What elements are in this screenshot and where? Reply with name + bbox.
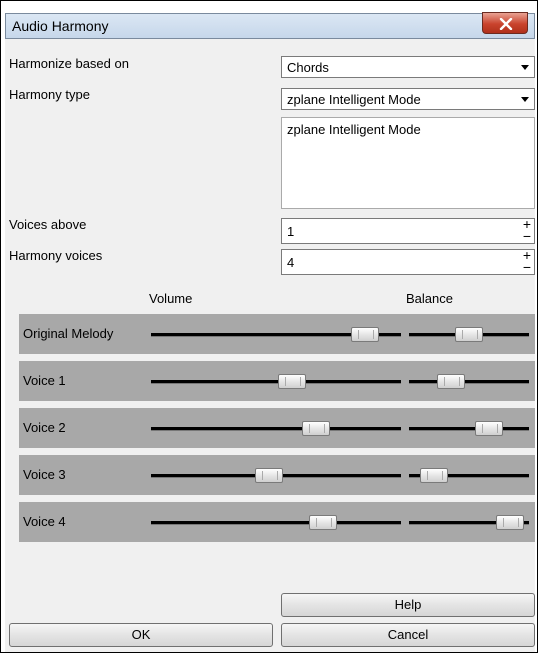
balance-slider-thumb[interactable] xyxy=(420,468,449,483)
voices-above-label: Voices above xyxy=(9,217,87,232)
mixer-row: Voice 2 xyxy=(19,408,535,448)
decrement-icon[interactable]: − xyxy=(523,260,531,274)
harmony-type-label: Harmony type xyxy=(9,87,90,102)
dialog-client: Harmonize based on Chords Harmony type z… xyxy=(5,39,535,652)
help-button[interactable]: Help xyxy=(281,593,535,617)
volume-track[interactable] xyxy=(151,380,401,384)
mixer-row: Voice 3 xyxy=(19,455,535,495)
title-bar: Audio Harmony xyxy=(5,12,535,39)
description-box[interactable]: zplane Intelligent Mode xyxy=(281,117,535,209)
voices-above-value: 1 xyxy=(287,224,295,239)
harmony-voices-label: Harmony voices xyxy=(9,248,103,263)
chevron-down-icon xyxy=(521,97,529,102)
volume-track[interactable] xyxy=(151,521,401,525)
balance-slider-thumb[interactable] xyxy=(475,421,504,436)
volume-slider-thumb[interactable] xyxy=(255,468,284,483)
description-text: zplane Intelligent Mode xyxy=(287,122,421,137)
balance-slider-thumb[interactable] xyxy=(436,374,465,389)
mixer-row-label: Voice 4 xyxy=(23,514,66,529)
mixer-row-label: Original Melody xyxy=(23,326,114,341)
mixer-row: Voice 1 xyxy=(19,361,535,401)
voices-above-stepper[interactable]: 1 + − xyxy=(281,217,535,244)
harmonize-label: Harmonize based on xyxy=(9,56,129,71)
window-title: Audio Harmony xyxy=(12,18,109,34)
harmony-type-value: zplane Intelligent Mode xyxy=(287,92,421,107)
balance-header: Balance xyxy=(406,291,453,306)
cancel-button[interactable]: Cancel xyxy=(281,623,535,647)
balance-track[interactable] xyxy=(409,380,529,384)
balance-slider-thumb[interactable] xyxy=(455,327,483,342)
dialog-frame: Audio Harmony Harmonize based on Chords … xyxy=(0,0,538,653)
mixer-row: Voice 4 xyxy=(19,502,535,542)
balance-track[interactable] xyxy=(409,427,529,431)
top-strip xyxy=(1,1,538,11)
mixer-row-label: Voice 2 xyxy=(23,420,66,435)
close-icon xyxy=(499,18,513,30)
volume-header: Volume xyxy=(149,291,193,306)
mixer-row: Original Melody xyxy=(19,314,535,354)
harmony-type-dropdown[interactable]: zplane Intelligent Mode xyxy=(281,88,535,110)
volume-slider-thumb[interactable] xyxy=(350,327,379,342)
close-button[interactable] xyxy=(482,12,528,34)
decrement-icon[interactable]: − xyxy=(523,229,531,243)
harmonize-value: Chords xyxy=(287,60,329,75)
harmony-voices-stepper[interactable]: 4 + − xyxy=(281,248,535,275)
volume-slider-thumb[interactable] xyxy=(277,374,306,389)
harmonize-dropdown[interactable]: Chords xyxy=(281,56,535,78)
mixer-row-label: Voice 1 xyxy=(23,373,66,388)
harmony-voices-value: 4 xyxy=(287,255,295,270)
ok-button[interactable]: OK xyxy=(9,623,273,647)
mixer-row-label: Voice 3 xyxy=(23,467,66,482)
chevron-down-icon xyxy=(521,65,529,70)
balance-slider-thumb[interactable] xyxy=(496,515,525,530)
volume-slider-thumb[interactable] xyxy=(301,421,330,436)
volume-slider-thumb[interactable] xyxy=(308,515,337,530)
volume-track[interactable] xyxy=(151,427,401,431)
